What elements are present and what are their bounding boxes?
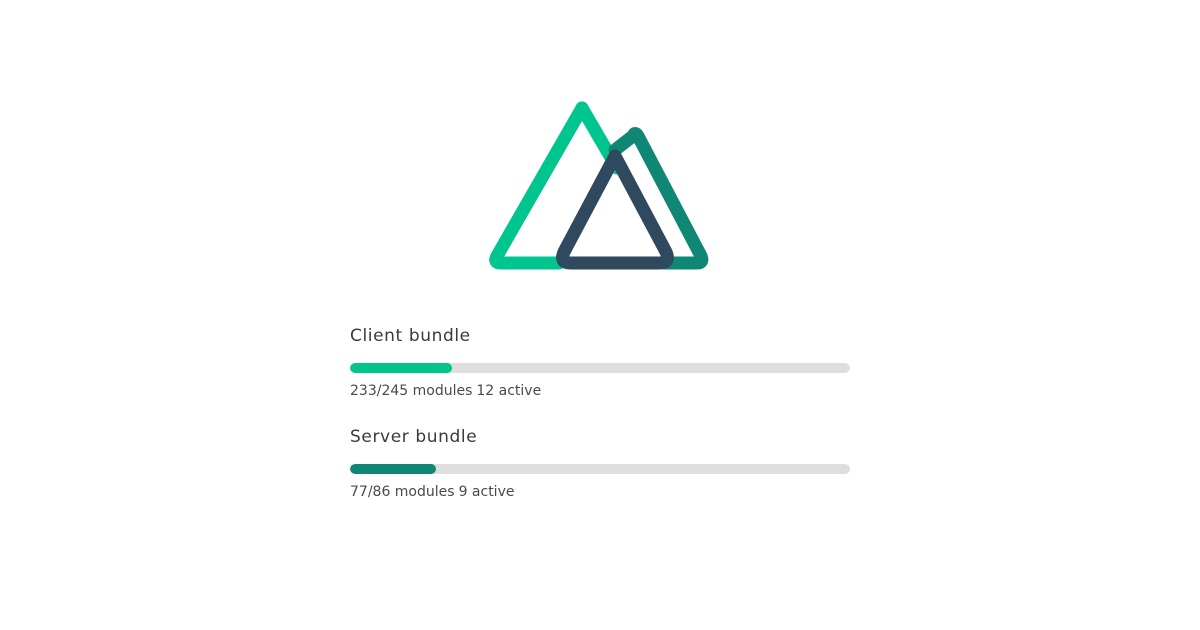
server-bundle: Server bundle 77/86 modules 9 active xyxy=(350,425,850,526)
active-count: 12 active xyxy=(476,383,542,399)
active-count: 9 active xyxy=(458,484,515,500)
bundle-stats: 77/86 modules 9 active xyxy=(350,483,850,501)
bundle-stats: 233/245 modules 12 active xyxy=(350,382,850,400)
progress-track xyxy=(350,363,850,373)
nuxt-logo-icon xyxy=(489,101,709,270)
progress-fill xyxy=(350,464,436,474)
bundle-title: Server bundle xyxy=(350,427,478,447)
progress-track xyxy=(350,464,850,474)
progress-fill xyxy=(350,363,452,373)
bundle-title: Client bundle xyxy=(350,326,471,346)
client-bundle: Client bundle 233/245 modules 12 active xyxy=(350,324,850,425)
modules-count: 233/245 modules xyxy=(350,383,473,399)
bundle-list: Client bundle 233/245 modules 12 active S… xyxy=(350,324,850,526)
loading-screen: Client bundle 233/245 modules 12 active S… xyxy=(0,0,1200,630)
modules-count: 77/86 modules xyxy=(350,484,455,500)
